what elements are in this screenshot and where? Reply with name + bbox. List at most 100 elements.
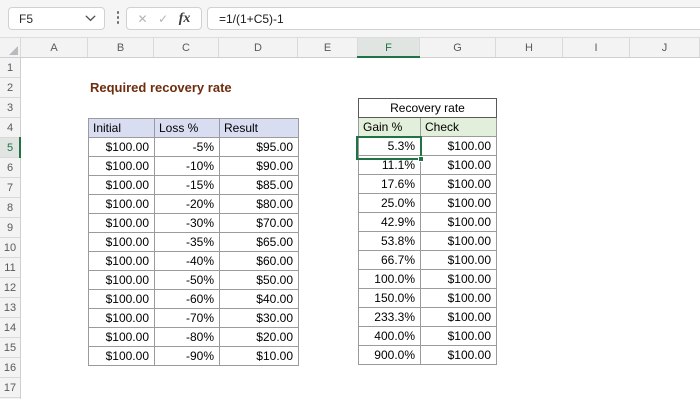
- cell[interactable]: $10.00: [219, 346, 299, 366]
- row-header-5[interactable]: 5: [0, 137, 21, 158]
- row-header-11[interactable]: 11: [0, 258, 20, 278]
- header-loss[interactable]: Loss %: [154, 118, 220, 138]
- cell[interactable]: -60%: [154, 289, 220, 309]
- row-header-10[interactable]: 10: [0, 238, 20, 258]
- row-header-8[interactable]: 8: [0, 198, 20, 218]
- cell[interactable]: $100.00: [420, 231, 497, 251]
- cell[interactable]: $70.00: [219, 213, 299, 233]
- cell[interactable]: $100.00: [420, 193, 497, 213]
- recovery-rate-title-cell[interactable]: Recovery rate: [358, 98, 497, 118]
- column-header-E[interactable]: E: [298, 38, 358, 57]
- row-header-9[interactable]: 9: [0, 218, 20, 238]
- formula-input[interactable]: =1/(1+C5)-1: [207, 7, 700, 30]
- select-all-corner[interactable]: [0, 38, 21, 57]
- cell[interactable]: -40%: [154, 251, 220, 271]
- cell[interactable]: $20.00: [219, 327, 299, 347]
- cell[interactable]: $100.00: [420, 269, 497, 289]
- cell[interactable]: 17.6%: [358, 174, 421, 194]
- cell[interactable]: $100.00: [88, 327, 155, 347]
- column-header-F[interactable]: F: [357, 38, 420, 58]
- cell[interactable]: $100.00: [420, 345, 497, 365]
- row-header-2[interactable]: 2: [0, 78, 20, 98]
- cell[interactable]: $95.00: [219, 137, 299, 157]
- column-header-A[interactable]: A: [21, 38, 88, 57]
- cell[interactable]: $65.00: [219, 232, 299, 252]
- cell[interactable]: $100.00: [88, 194, 155, 214]
- cell[interactable]: $100.00: [88, 175, 155, 195]
- row-header-13[interactable]: 13: [0, 298, 20, 318]
- cell[interactable]: $40.00: [219, 289, 299, 309]
- cell[interactable]: -50%: [154, 270, 220, 290]
- row-header-1[interactable]: 1: [0, 58, 20, 78]
- cell[interactable]: 150.0%: [358, 288, 421, 308]
- cell[interactable]: -15%: [154, 175, 220, 195]
- sheet-title[interactable]: Required recovery rate: [90, 78, 232, 98]
- header-gain[interactable]: Gain %: [358, 117, 421, 137]
- column-header-I[interactable]: I: [563, 38, 630, 57]
- enter-icon[interactable]: ✓: [158, 13, 168, 25]
- name-box[interactable]: F5: [8, 7, 105, 30]
- cell[interactable]: $100.00: [88, 289, 155, 309]
- cell[interactable]: $100.00: [88, 232, 155, 252]
- cell[interactable]: $80.00: [219, 194, 299, 214]
- cell[interactable]: $100.00: [420, 307, 497, 327]
- cell[interactable]: 233.3%: [358, 307, 421, 327]
- cell[interactable]: -20%: [154, 194, 220, 214]
- cell[interactable]: 66.7%: [358, 250, 421, 270]
- row-header-17[interactable]: 17: [0, 378, 20, 398]
- row-header-7[interactable]: 7: [0, 178, 20, 198]
- cell[interactable]: $100.00: [420, 288, 497, 308]
- cell[interactable]: -30%: [154, 213, 220, 233]
- column-header-H[interactable]: H: [496, 38, 563, 57]
- column-header-J[interactable]: J: [630, 38, 700, 57]
- cell[interactable]: $100.00: [420, 250, 497, 270]
- header-check[interactable]: Check: [420, 117, 497, 137]
- cell[interactable]: $100.00: [88, 251, 155, 271]
- row-header-16[interactable]: 16: [0, 358, 20, 378]
- row-header-12[interactable]: 12: [0, 278, 20, 298]
- cell[interactable]: 5.3%: [358, 136, 421, 156]
- column-header-D[interactable]: D: [219, 38, 298, 57]
- cell[interactable]: $85.00: [219, 175, 299, 195]
- cancel-icon[interactable]: ✕: [138, 13, 148, 25]
- row-header-3[interactable]: 3: [0, 98, 20, 118]
- column-header-G[interactable]: G: [420, 38, 496, 57]
- sheet-canvas[interactable]: Required recovery rate Initial Loss % Re…: [21, 58, 700, 399]
- cell[interactable]: $100.00: [420, 174, 497, 194]
- cell[interactable]: $100.00: [420, 155, 497, 175]
- row-header-6[interactable]: 6: [0, 158, 20, 178]
- fill-handle[interactable]: [418, 156, 424, 162]
- column-header-C[interactable]: C: [154, 38, 219, 57]
- cell[interactable]: $100.00: [420, 326, 497, 346]
- cell[interactable]: $100.00: [88, 308, 155, 328]
- cell[interactable]: -70%: [154, 308, 220, 328]
- header-result[interactable]: Result: [219, 118, 299, 138]
- cell[interactable]: -5%: [154, 137, 220, 157]
- cell[interactable]: $100.00: [420, 212, 497, 232]
- cell[interactable]: -80%: [154, 327, 220, 347]
- cell[interactable]: $90.00: [219, 156, 299, 176]
- cell[interactable]: $30.00: [219, 308, 299, 328]
- cell[interactable]: $60.00: [219, 251, 299, 271]
- more-options-icon[interactable]: [114, 11, 122, 24]
- cell[interactable]: $100.00: [88, 137, 155, 157]
- insert-function-icon[interactable]: fx: [179, 11, 191, 27]
- cell[interactable]: 11.1%: [358, 155, 421, 175]
- row-header-4[interactable]: 4: [0, 118, 20, 138]
- cell[interactable]: 100.0%: [358, 269, 421, 289]
- cell[interactable]: 900.0%: [358, 345, 421, 365]
- row-header-14[interactable]: 14: [0, 318, 20, 338]
- cell[interactable]: $100.00: [88, 213, 155, 233]
- chevron-down-icon[interactable]: [85, 15, 96, 22]
- cell[interactable]: $100.00: [88, 346, 155, 366]
- cell[interactable]: -10%: [154, 156, 220, 176]
- cell[interactable]: $100.00: [88, 156, 155, 176]
- cell[interactable]: $50.00: [219, 270, 299, 290]
- cell[interactable]: -90%: [154, 346, 220, 366]
- column-header-B[interactable]: B: [88, 38, 154, 57]
- cell[interactable]: $100.00: [88, 270, 155, 290]
- cell[interactable]: 53.8%: [358, 231, 421, 251]
- cell[interactable]: $100.00: [420, 136, 497, 156]
- cell[interactable]: 25.0%: [358, 193, 421, 213]
- cell[interactable]: -35%: [154, 232, 220, 252]
